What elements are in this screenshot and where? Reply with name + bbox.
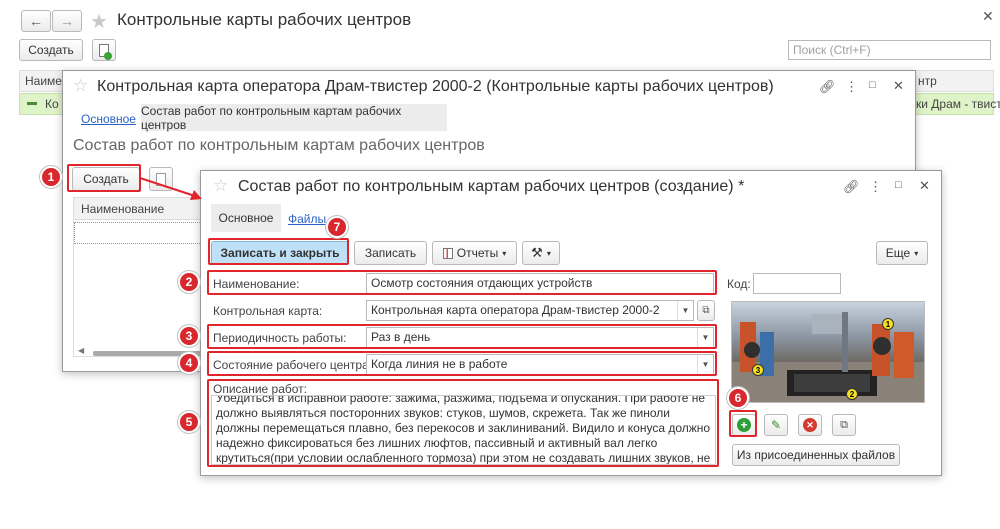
step-badge-6: 6 [727,387,749,409]
step-badge-7: 7 [326,216,348,238]
step-badge-5: 5 [178,411,200,433]
step-badge-3: 3 [178,325,200,347]
step-badge-1: 1 [40,166,62,188]
step-badge-4: 4 [178,352,200,374]
step-badge-2: 2 [178,271,200,293]
arrow-annotation [139,177,202,200]
